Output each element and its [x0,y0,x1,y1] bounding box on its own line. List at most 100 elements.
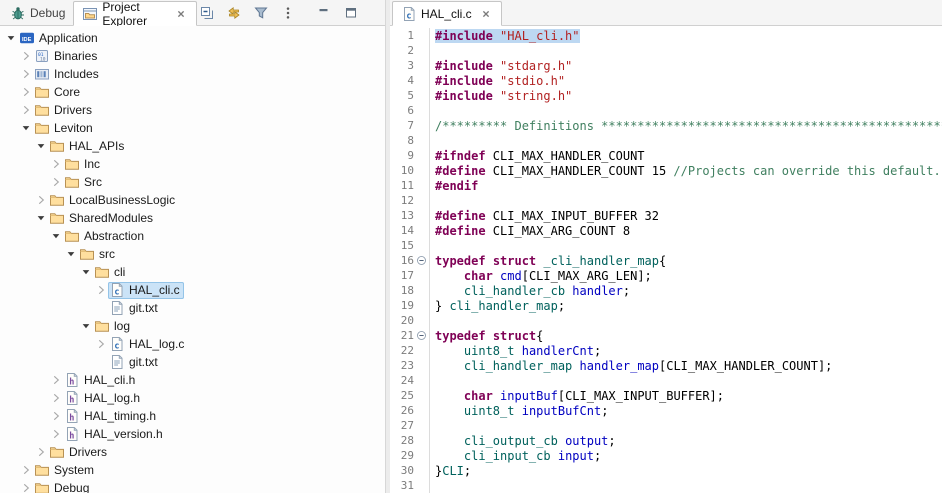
tree-item-hal-cli-h[interactable]: h HAL_cli.h [0,371,385,389]
tree-item-hal-timing-h[interactable]: h HAL_timing.h [0,407,385,425]
tree-collapsed-icon[interactable] [49,373,63,387]
fold-collapse-icon[interactable] [414,253,430,268]
code-text[interactable]: cli_input_cb input; [435,449,601,463]
tree-item-hal-version-h[interactable]: h HAL_version.h [0,425,385,443]
tree-expanded-icon[interactable] [49,229,63,243]
code-text[interactable]: char inputBuf[CLI_MAX_INPUT_BUFFER]; [435,389,724,403]
close-icon[interactable] [479,7,493,21]
tree-item-label: SharedModules [69,211,154,225]
code-text[interactable]: uint8_t inputBufCnt; [435,404,609,418]
filter-button[interactable] [251,3,271,23]
code-text[interactable]: cli_handler_cb handler; [435,284,630,298]
code-text[interactable]: uint8_t handlerCnt; [435,344,601,358]
tree-item-leviton[interactable]: Leviton [0,119,385,137]
editor-tabbar: c HAL_cli.c [390,0,942,26]
code-text[interactable]: #include "stdarg.h" [435,59,572,73]
tree-item-system[interactable]: System [0,461,385,479]
code-text[interactable]: #include "stdio.h" [435,74,565,88]
code-text[interactable]: /********* Definitions *****************… [435,119,942,133]
code-text[interactable]: #define CLI_MAX_INPUT_BUFFER 32 [435,209,659,223]
close-icon[interactable] [174,7,188,21]
tree-item-src[interactable]: src [0,245,385,263]
tree-collapsed-icon[interactable] [19,85,33,99]
line-number: 2 [407,44,414,57]
tree-item-cli[interactable]: cli [0,263,385,281]
tree-expanded-icon[interactable] [34,211,48,225]
tree-item-hal-cli-c[interactable]: c HAL_cli.c [0,281,385,299]
code-text[interactable]: typedef struct{ [435,329,543,343]
code-text[interactable]: }CLI; [435,464,471,478]
tab-debug[interactable]: Debug [2,0,73,25]
tree-item-inc[interactable]: Inc [0,155,385,173]
tree-item-drivers[interactable]: Drivers [0,443,385,461]
tree-collapsed-icon[interactable] [34,193,48,207]
code-token: [CLI_MAX_ARG_LEN]; [521,268,652,283]
tab-project-explorer[interactable]: Project Explorer [73,0,197,28]
tree-collapsed-icon[interactable] [34,445,48,459]
code-token: "string.h" [500,88,573,103]
fold-collapse-icon[interactable] [414,328,430,343]
tree-collapsed-icon[interactable] [19,463,33,477]
tree-item-debug[interactable]: Debug [0,479,385,493]
tree-collapsed-icon[interactable] [49,175,63,189]
code-area[interactable]: 1 #include "HAL_cli.h" 2 3 #include "stdarg.… [390,26,942,493]
tree-item-binaries[interactable]: 01 10 Binaries [0,47,385,65]
code-line: 7 /********* Definitions ****************… [390,118,942,133]
tree-item-hal-log-c[interactable]: c HAL_log.c [0,335,385,353]
tree-item-abstraction[interactable]: Abstraction [0,227,385,245]
tab-hal-cli-c[interactable]: c HAL_cli.c [392,1,502,26]
tree-collapsed-icon[interactable] [19,481,33,493]
tree-collapsed-icon[interactable] [49,157,63,171]
view-menu-button[interactable] [278,3,298,23]
tree-collapsed-icon[interactable] [94,337,108,351]
fold-margin [414,118,430,133]
tree-collapsed-icon[interactable] [49,409,63,423]
maximize-button[interactable] [341,3,361,23]
code-text[interactable]: } cli_handler_map; [435,299,565,313]
tree-collapsed-icon[interactable] [49,427,63,441]
tree-expanded-icon[interactable] [4,31,18,45]
tree-item-drivers[interactable]: Drivers [0,101,385,119]
tree-expanded-icon[interactable] [34,139,48,153]
minimize-button[interactable] [314,3,334,23]
tree-expanded-icon[interactable] [79,265,93,279]
code-token: ; [622,283,631,298]
collapse-all-button[interactable] [197,3,217,23]
tree-expanded-icon[interactable] [79,319,93,333]
tree-item-git-txt[interactable]: git.txt [0,299,385,317]
tree-collapsed-icon[interactable] [19,49,33,63]
tree-item-includes[interactable]: Includes [0,65,385,83]
code-text[interactable]: #endif [435,179,478,193]
tree-collapsed-icon[interactable] [19,67,33,81]
code-text[interactable]: #ifndef CLI_MAX_HANDLER_COUNT [435,149,645,163]
code-text[interactable]: char cmd[CLI_MAX_ARG_LEN]; [435,269,652,283]
tree-collapsed-icon[interactable] [19,103,33,117]
tree-item-log[interactable]: log [0,317,385,335]
code-text[interactable]: #define CLI_MAX_ARG_COUNT 8 [435,224,630,238]
tree-expanded-icon[interactable] [19,121,33,135]
tree-item-git-txt[interactable]: git.txt [0,353,385,371]
tree-item-application[interactable]: IDE Application [0,29,385,47]
code-token: #define [435,223,486,238]
selected-code-text[interactable]: #include "HAL_cli.h" [435,28,580,43]
code-text[interactable]: typedef struct _cli_handler_map{ [435,254,666,268]
tree-item-hal-log-h[interactable]: h HAL_log.h [0,389,385,407]
tree-collapsed-icon[interactable] [49,391,63,405]
project-tree[interactable]: IDE Application 01 10 Binaries Includes Core Dr… [0,26,385,493]
link-with-editor-button[interactable] [224,3,244,23]
tree-item-src[interactable]: Src [0,173,385,191]
tree-collapsed-icon[interactable] [94,283,108,297]
tree-expanded-icon[interactable] [64,247,78,261]
tree-item-sharedmodules[interactable]: SharedModules [0,209,385,227]
tree-item-hal-apis[interactable]: HAL_APIs [0,137,385,155]
tree-item-localbusinesslogic[interactable]: LocalBusinessLogic [0,191,385,209]
code-text[interactable]: #define CLI_MAX_HANDLER_COUNT 15 //Proje… [435,164,941,178]
tree-item-label: Drivers [54,103,92,117]
code-text[interactable]: cli_handler_map handler_map[CLI_MAX_HAND… [435,359,832,373]
code-token: { [659,253,667,268]
tree-item-content: Abstraction [63,228,148,245]
tree-item-core[interactable]: Core [0,83,385,101]
code-text[interactable]: #include "string.h" [435,89,572,103]
code-text[interactable]: cli_output_cb output; [435,434,616,448]
